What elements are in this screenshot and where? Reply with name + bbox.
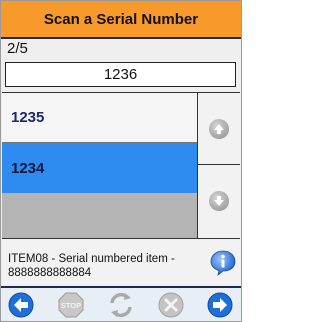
serial-number-input[interactable]	[5, 62, 236, 87]
app-frame: Scan a Serial Number 2/5 1235 1234	[0, 0, 242, 322]
list-item[interactable]: 1235	[2, 93, 198, 143]
stop-icon: STOP	[58, 292, 84, 318]
scroll-down-button[interactable]	[198, 165, 240, 237]
item-description-line2: 8888888888884	[8, 267, 92, 279]
list-item-label: 1234	[11, 159, 45, 177]
item-description: ITEM08 - Serial numbered item - 88888888…	[8, 252, 208, 280]
page-title: Scan a Serial Number	[43, 10, 199, 28]
cancel-button[interactable]	[157, 291, 185, 319]
close-icon	[158, 292, 184, 318]
arrow-down-icon	[209, 191, 229, 211]
arrow-left-icon	[8, 292, 34, 318]
item-description-line1: ITEM08 - Serial numbered item -	[8, 253, 175, 265]
refresh-button[interactable]	[107, 291, 135, 319]
scroll-up-button[interactable]	[198, 93, 240, 165]
serial-counter: 2/5	[7, 40, 28, 57]
bottom-toolbar: STOP	[1, 286, 241, 321]
next-button[interactable]	[206, 291, 234, 319]
back-button[interactable]	[7, 291, 35, 319]
list-item-selected[interactable]: 1234	[2, 143, 198, 193]
info-icon	[210, 250, 236, 277]
serial-list-area: 1235 1234	[2, 92, 240, 239]
arrow-up-icon	[209, 118, 229, 139]
list-item-label: 1235	[11, 109, 45, 126]
scroll-controls	[197, 93, 240, 238]
stop-button[interactable]: STOP	[57, 291, 85, 319]
item-info-bar: ITEM08 - Serial numbered item - 88888888…	[2, 240, 240, 285]
page-title-bar: Scan a Serial Number	[1, 1, 241, 39]
arrow-right-icon	[207, 292, 233, 318]
serial-list: 1235 1234	[2, 93, 198, 238]
refresh-icon	[110, 292, 132, 318]
info-button[interactable]	[209, 249, 237, 277]
stop-label: STOP	[61, 301, 81, 310]
